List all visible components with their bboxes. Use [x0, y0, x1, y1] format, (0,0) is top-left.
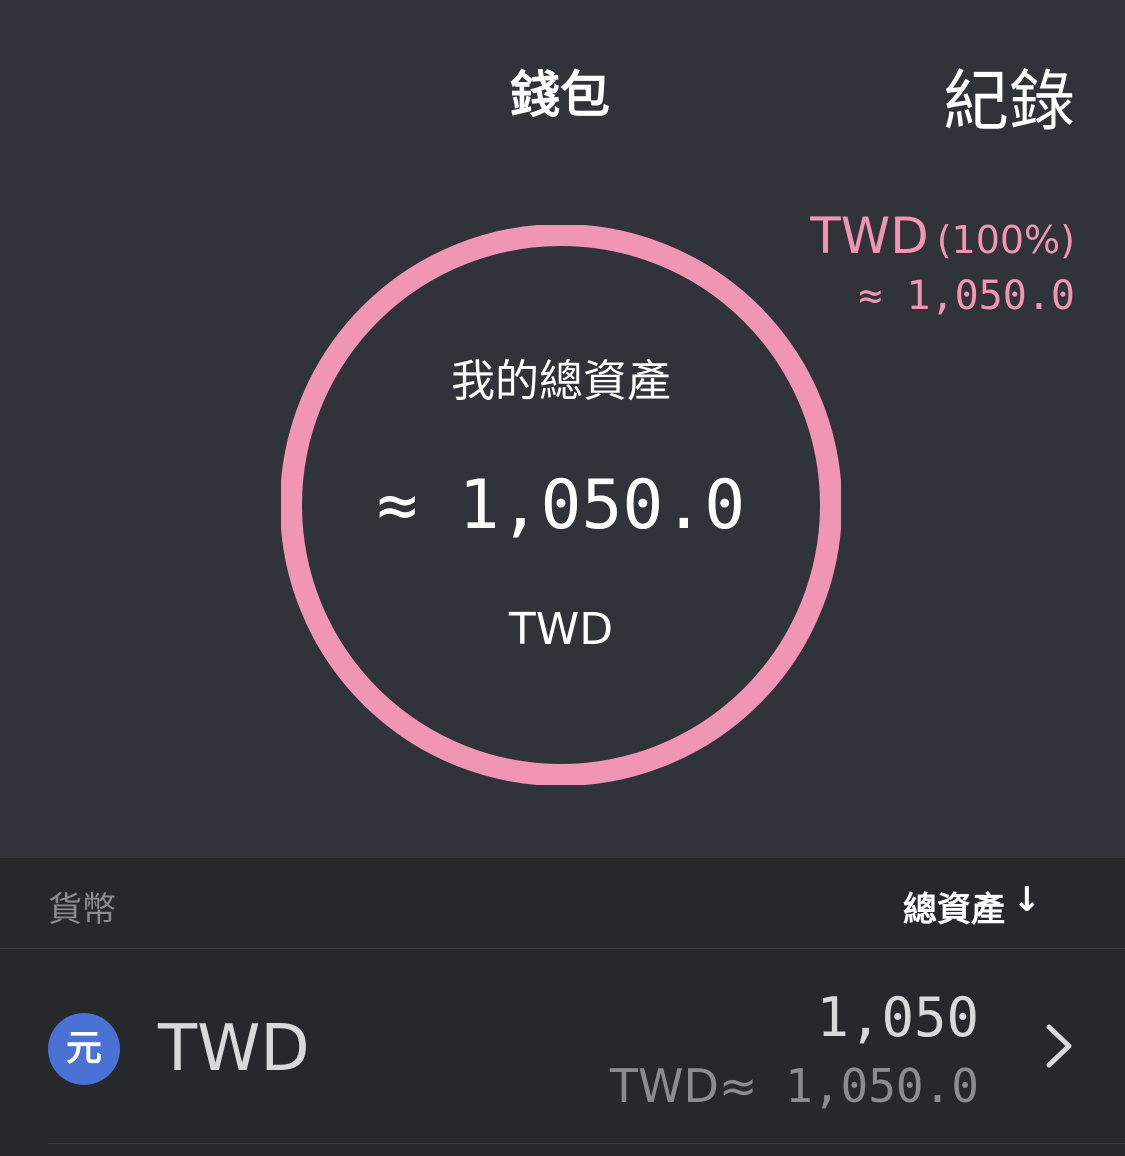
- asset-amount: 1,050: [816, 986, 979, 1049]
- twd-coin-icon: 元: [48, 1013, 120, 1085]
- chart-legend: TWD (100%) ≈ 1,050.0: [810, 206, 1075, 322]
- row-divider: [48, 1143, 1125, 1144]
- sort-down-icon[interactable]: ↓: [1013, 880, 1042, 920]
- asset-code: TWD: [158, 1012, 310, 1086]
- asset-equivalent-value: 1,050.0: [757, 1059, 979, 1113]
- tab-wallet[interactable]: 錢包: [510, 55, 610, 127]
- currency-column-header: 貨幣: [48, 890, 116, 930]
- overview-panel: 錢包 紀錄 TWD (100%) ≈ 1,050.0 我的總資產 ≈ 1,050.…: [0, 0, 1125, 858]
- legend-entry: TWD (100%): [810, 206, 1075, 270]
- total-assets-sort-header[interactable]: 總資產: [903, 882, 1005, 931]
- wallet-screen: 錢包 紀錄 TWD (100%) ≈ 1,050.0 我的總資產 ≈ 1,050.…: [0, 0, 1125, 1156]
- total-assets-label: 我的總資產: [451, 356, 671, 407]
- total-assets-value: ≈ 1,050.0: [376, 466, 746, 545]
- asset-row-twd[interactable]: 元 TWD 1,050 TWD≈ 1,050.0: [0, 949, 1125, 1144]
- asset-equivalent: TWD≈ 1,050.0: [610, 1057, 979, 1115]
- legend-percent: (100%): [936, 218, 1075, 262]
- legend-value: ≈ 1,050.0: [858, 273, 1075, 319]
- tab-history[interactable]: 紀錄: [943, 48, 1075, 144]
- asset-list-header: 貨幣 總資產 ↓: [0, 858, 1125, 949]
- total-assets-currency: TWD: [508, 604, 614, 655]
- asset-equivalent-prefix: TWD≈: [609, 1059, 758, 1113]
- chevron-right-icon[interactable]: [1039, 1023, 1081, 1069]
